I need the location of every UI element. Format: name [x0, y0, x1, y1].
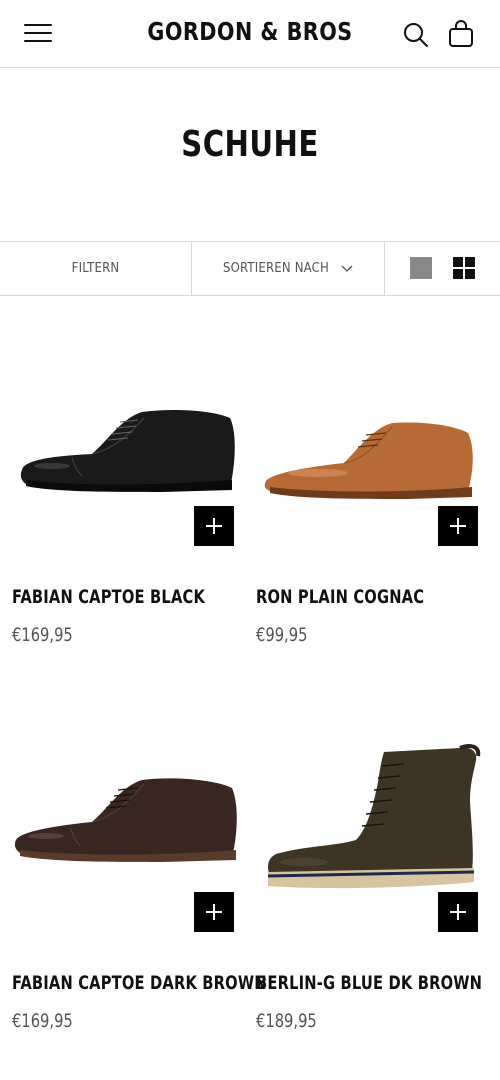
- product-name[interactable]: RON PLAIN COGNAC: [256, 586, 424, 608]
- chevron-down-icon: [341, 265, 353, 272]
- add-to-cart-button[interactable]: [438, 892, 478, 932]
- add-to-cart-button[interactable]: [438, 506, 478, 546]
- product-image[interactable]: [258, 415, 478, 505]
- search-icon[interactable]: [402, 21, 430, 49]
- product-image[interactable]: [264, 742, 484, 898]
- sort-label: SORTIEREN NACH: [222, 261, 330, 276]
- product-name[interactable]: FABIAN CAPTOE DARK BROWN: [12, 972, 267, 994]
- shopping-bag-icon[interactable]: [447, 19, 475, 49]
- sort-button[interactable]: SORTIEREN NACH: [192, 242, 385, 295]
- product-price: €169,95: [12, 624, 73, 646]
- single-column-view-icon[interactable]: [410, 257, 432, 279]
- product-price: €99,95: [256, 624, 308, 646]
- site-header: GORDON & BROS: [0, 0, 500, 68]
- product-price: €169,95: [12, 1010, 73, 1032]
- add-to-cart-button[interactable]: [194, 506, 234, 546]
- page-title: SCHUHE: [181, 124, 319, 165]
- product-name[interactable]: BERLIN-G BLUE DK BROWN: [256, 972, 482, 994]
- product-image[interactable]: [12, 400, 240, 500]
- product-image[interactable]: [12, 772, 240, 868]
- add-to-cart-button[interactable]: [194, 892, 234, 932]
- grid-view-icon[interactable]: [453, 257, 475, 279]
- filter-label: FILTERN: [71, 261, 120, 276]
- product-name[interactable]: FABIAN CAPTOE BLACK: [12, 586, 205, 608]
- view-switcher: [385, 242, 500, 295]
- filter-button[interactable]: FILTERN: [0, 242, 192, 295]
- product-price: €189,95: [256, 1010, 317, 1032]
